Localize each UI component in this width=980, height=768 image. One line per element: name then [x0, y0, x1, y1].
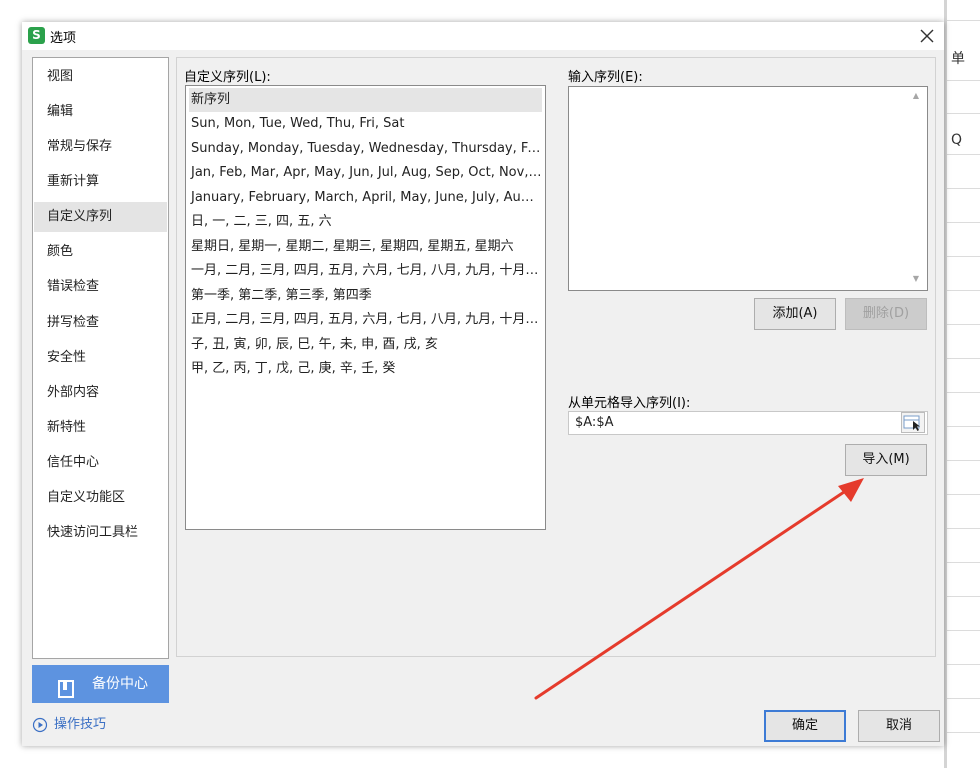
list-item[interactable]: 一月, 二月, 三月, 四月, 五月, 六月, 七月, 八月, 九月, 十月, …: [189, 259, 542, 283]
input-sequence-label: 输入序列(E):: [568, 70, 643, 85]
title-bar: S 选项: [22, 22, 944, 50]
delete-button[interactable]: 删除(D): [845, 298, 927, 330]
options-sidebar: 视图 编辑 常规与保存 重新计算 自定义序列 颜色 错误检查 拼写检查 安全性 …: [32, 57, 169, 659]
scroll-down-icon[interactable]: ▼: [911, 274, 921, 284]
list-item[interactable]: 子, 丑, 寅, 卯, 辰, 巳, 午, 未, 申, 酉, 戌, 亥: [189, 333, 542, 357]
sidebar-item-new-features[interactable]: 新特性: [34, 413, 167, 443]
sidebar-item-quick-access-toolbar[interactable]: 快速访问工具栏: [34, 518, 167, 548]
list-item[interactable]: Jan, Feb, Mar, Apr, May, Jun, Jul, Aug, …: [189, 161, 542, 185]
background-cell-text: Q: [951, 132, 963, 148]
play-circle-icon: [32, 717, 48, 733]
input-sequence-textarea[interactable]: [568, 86, 928, 291]
dialog-title: 选项: [50, 31, 77, 46]
wps-app-icon: S: [28, 27, 45, 44]
list-item[interactable]: Sun, Mon, Tue, Wed, Thu, Fri, Sat: [189, 112, 542, 136]
cancel-button[interactable]: 取消: [858, 710, 940, 742]
custom-lists-panel: 自定义序列(L): 新序列 Sun, Mon, Tue, Wed, Thu, F…: [176, 57, 936, 657]
list-item[interactable]: 星期日, 星期一, 星期二, 星期三, 星期四, 星期五, 星期六: [189, 235, 542, 259]
scroll-up-icon[interactable]: ▲: [911, 91, 921, 101]
sidebar-item-view[interactable]: 视图: [34, 62, 167, 92]
ok-button[interactable]: 确定: [764, 710, 846, 742]
list-item[interactable]: Sunday, Monday, Tuesday, Wednesday, Thur…: [189, 137, 542, 161]
list-item[interactable]: 日, 一, 二, 三, 四, 五, 六: [189, 210, 542, 234]
sidebar-item-security[interactable]: 安全性: [34, 343, 167, 373]
sidebar-item-customize-ribbon[interactable]: 自定义功能区: [34, 483, 167, 513]
sidebar-item-custom-lists[interactable]: 自定义序列: [34, 202, 167, 232]
import-range-input[interactable]: $A:$A: [568, 411, 928, 435]
import-button[interactable]: 导入(M): [845, 444, 927, 476]
list-item[interactable]: 甲, 乙, 丙, 丁, 戊, 己, 庚, 辛, 壬, 癸: [189, 357, 542, 381]
sidebar-item-external-content[interactable]: 外部内容: [34, 378, 167, 408]
range-select-icon[interactable]: [901, 412, 925, 433]
background-spreadsheet: 单 Q: [944, 0, 980, 768]
list-item[interactable]: 新序列: [189, 88, 542, 112]
list-item[interactable]: 正月, 二月, 三月, 四月, 五月, 六月, 七月, 八月, 九月, 十月, …: [189, 308, 542, 332]
sidebar-item-recalculate[interactable]: 重新计算: [34, 167, 167, 197]
background-cell-text: 单: [951, 51, 965, 67]
custom-lists-label: 自定义序列(L):: [184, 70, 271, 85]
sidebar-item-error-check[interactable]: 错误检查: [34, 272, 167, 302]
tips-label: 操作技巧: [54, 717, 107, 732]
custom-lists-listbox[interactable]: 新序列 Sun, Mon, Tue, Wed, Thu, Fri, Sat Su…: [185, 85, 546, 530]
list-item[interactable]: January, February, March, April, May, Ju…: [189, 186, 542, 210]
close-icon[interactable]: [916, 25, 938, 47]
sidebar-item-general-save[interactable]: 常规与保存: [34, 132, 167, 162]
list-item[interactable]: 第一季, 第二季, 第三季, 第四季: [189, 284, 542, 308]
add-button[interactable]: 添加(A): [754, 298, 836, 330]
backup-center-button[interactable]: 备份中心: [32, 665, 169, 703]
sidebar-item-edit[interactable]: 编辑: [34, 97, 167, 127]
import-from-cells-label: 从单元格导入序列(I):: [568, 396, 691, 411]
backup-center-label: 备份中心: [92, 676, 148, 692]
backup-icon: [58, 675, 74, 698]
sidebar-item-spell-check[interactable]: 拼写检查: [34, 308, 167, 338]
sidebar-item-trust-center[interactable]: 信任中心: [34, 448, 167, 478]
options-dialog: S 选项 视图 编辑 常规与保存 重新计算 自定义序列 颜色 错误检查 拼写检查…: [22, 22, 944, 746]
sidebar-item-color[interactable]: 颜色: [34, 237, 167, 267]
